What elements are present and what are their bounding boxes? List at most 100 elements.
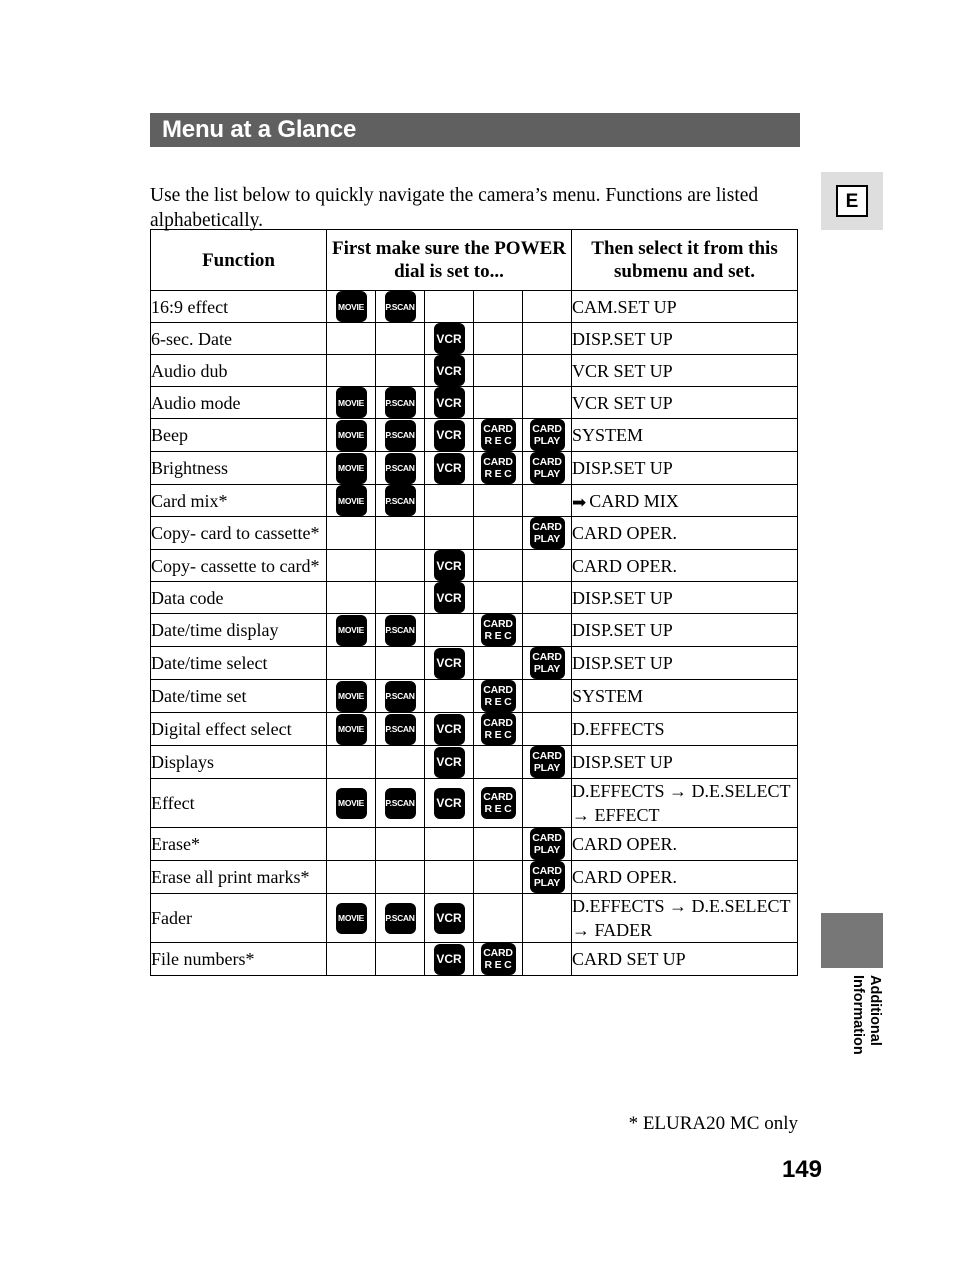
power-dial-cell-pscan [375, 745, 425, 779]
power-dial-cell-vcr: VCR [424, 745, 474, 779]
power-dial-cell-movie [326, 549, 376, 582]
power-dial-cell-movie: MOVIE [326, 679, 376, 713]
table-row: Fader MOVIE P.SCAN VCR D.EFFECTS → D.E.SELEC… [150, 893, 798, 943]
vcr-mode-icon: VCR [433, 387, 465, 418]
vcr-mode-icon: VCR [433, 943, 465, 975]
table-row: Effect MOVIE P.SCAN VCR CARD R E C D.EFFECTS →… [150, 778, 798, 828]
power-dial-cell-movie: MOVIE [326, 613, 376, 647]
function-name-cell: Audio mode [150, 386, 327, 419]
power-dial-cell-card-play: CARD PLAY [522, 827, 572, 861]
vcr-mode-icon: VCR [433, 647, 465, 679]
card-rec-mode-icon: CARD R E C [480, 614, 516, 646]
table-row: 16:9 effect MOVIE P.SCAN CAM.SET UP [150, 290, 798, 323]
submenu-path-cell: SYSTEM [571, 679, 798, 713]
power-dial-cell-card-rec [473, 484, 523, 517]
power-dial-cell-card-play [522, 484, 572, 517]
card-rec-mode-icon: CARD R E C [480, 787, 516, 819]
card-rec-mode-icon: CARD R E C [480, 452, 516, 484]
power-dial-cell-vcr: VCR [424, 893, 474, 943]
power-dial-cell-movie: MOVIE [326, 778, 376, 828]
table-row: Erase all print marks* CARD PLAY CARD OPER. [150, 860, 798, 894]
card-play-mode-icon: CARD PLAY [529, 452, 565, 484]
table-row: Copy- card to cassette* CARD PLAY CARD OPER… [150, 516, 798, 550]
card-play-mode-icon: CARD PLAY [529, 861, 565, 893]
power-dial-cell-card-play [522, 549, 572, 582]
power-dial-cell-movie: MOVIE [326, 893, 376, 943]
card-rec-mode-icon: CARD R E C [480, 713, 516, 745]
power-dial-cell-card-rec [473, 827, 523, 861]
vcr-mode-icon: VCR [433, 355, 465, 386]
table-row: Brightness MOVIE P.SCAN VCR CARD R E C CARD PLA… [150, 451, 798, 485]
power-dial-cell-pscan: P.SCAN [375, 290, 425, 323]
function-name-cell: Date/time select [150, 646, 327, 680]
power-dial-cell-pscan [375, 354, 425, 387]
power-dial-cell-movie [326, 322, 376, 355]
power-dial-cell-movie [326, 827, 376, 861]
power-dial-cell-vcr: VCR [424, 549, 474, 582]
power-dial-cell-movie: MOVIE [326, 386, 376, 419]
submenu-path-cell: CARD OPER. [571, 827, 798, 861]
power-dial-cell-card-play [522, 778, 572, 828]
submenu-path-cell: DISP.SET UP [571, 646, 798, 680]
table-row: Displays VCR CARD PLAY DISP.SET UP [150, 745, 798, 779]
submenu-path-cell: D.EFFECTS → D.E.SELECT → EFFECT [571, 778, 798, 828]
power-dial-cell-card-rec [473, 322, 523, 355]
power-dial-cell-vcr: VCR [424, 942, 474, 976]
submenu-path-cell: DISP.SET UP [571, 322, 798, 355]
pscan-mode-icon: P.SCAN [384, 713, 416, 745]
movie-mode-icon: MOVIE [335, 485, 367, 516]
power-dial-cell-vcr: VCR [424, 778, 474, 828]
function-name-cell: Erase all print marks* [150, 860, 327, 894]
power-dial-cell-pscan: P.SCAN [375, 418, 425, 452]
power-dial-cell-card-play: CARD PLAY [522, 646, 572, 680]
card-play-mode-icon: CARD PLAY [529, 828, 565, 860]
power-dial-cell-card-play: CARD PLAY [522, 745, 572, 779]
power-dial-cell-movie [326, 745, 376, 779]
vcr-mode-icon: VCR [433, 713, 465, 745]
power-dial-cell-card-play [522, 613, 572, 647]
table-body: 16:9 effect MOVIE P.SCAN CAM.SET UP 6-sec. D… [150, 290, 798, 976]
header-power-dial: First make sure the POWER dial is set to… [326, 229, 572, 291]
power-dial-cell-vcr [424, 290, 474, 323]
power-dial-cell-pscan: P.SCAN [375, 778, 425, 828]
vcr-mode-icon: VCR [433, 550, 465, 581]
side-tab-block [821, 913, 883, 968]
vcr-mode-icon: VCR [433, 452, 465, 484]
function-name-cell: File numbers* [150, 942, 327, 976]
power-dial-cell-card-play [522, 942, 572, 976]
submenu-path-cell: CARD OPER. [571, 516, 798, 550]
power-dial-cell-movie [326, 354, 376, 387]
function-name-cell: Date/time set [150, 679, 327, 713]
power-dial-cell-card-rec [473, 860, 523, 894]
submenu-path-cell: DISP.SET UP [571, 451, 798, 485]
movie-mode-icon: MOVIE [335, 419, 367, 451]
power-dial-cell-card-play [522, 322, 572, 355]
power-dial-cell-card-rec: CARD R E C [473, 613, 523, 647]
table-row: Date/time set MOVIE P.SCAN CARD R E C SYSTEM [150, 679, 798, 713]
power-dial-cell-vcr [424, 484, 474, 517]
power-dial-cell-card-rec [473, 549, 523, 582]
intro-paragraph: Use the list below to quickly navigate t… [150, 184, 759, 231]
power-dial-cell-pscan [375, 549, 425, 582]
power-dial-cell-card-rec: CARD R E C [473, 418, 523, 452]
submenu-path-cell: CARD SET UP [571, 942, 798, 976]
power-dial-cell-pscan [375, 827, 425, 861]
function-name-cell: Card mix* [150, 484, 327, 517]
table-row: Data code VCR DISP.SET UP [150, 581, 798, 614]
power-dial-cell-movie [326, 942, 376, 976]
power-dial-cell-pscan: P.SCAN [375, 451, 425, 485]
card-play-mode-icon: CARD PLAY [529, 419, 565, 451]
power-dial-cell-pscan: P.SCAN [375, 484, 425, 517]
power-dial-cell-card-rec: CARD R E C [473, 712, 523, 746]
table-row: Date/time display MOVIE P.SCAN CARD R E C DIS… [150, 613, 798, 647]
power-dial-cell-pscan [375, 581, 425, 614]
power-dial-cell-movie: MOVIE [326, 484, 376, 517]
power-dial-cell-vcr: VCR [424, 581, 474, 614]
submenu-path-cell: DISP.SET UP [571, 581, 798, 614]
table-row: Copy- cassette to card* VCR CARD OPER. [150, 549, 798, 582]
movie-mode-icon: MOVIE [335, 387, 367, 418]
power-dial-cell-card-rec [473, 290, 523, 323]
card-rec-mode-icon: CARD R E C [480, 680, 516, 712]
table-row: Digital effect select MOVIE P.SCAN VCR CARD R… [150, 712, 798, 746]
function-name-cell: Beep [150, 418, 327, 452]
